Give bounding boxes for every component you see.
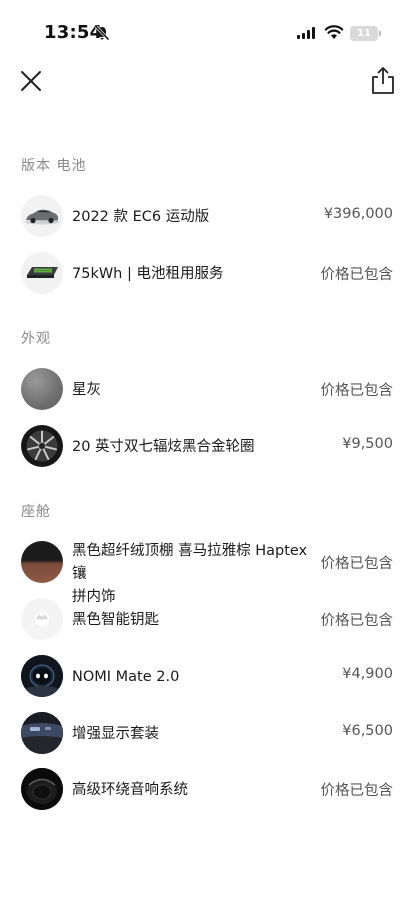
- item-name: 黑色智能钥匙: [72, 612, 159, 628]
- item-name: 75kWh | 电池租用服务: [72, 266, 224, 282]
- close-icon: [21, 71, 41, 91]
- battery-indicator: 11: [350, 26, 381, 41]
- key-thumbnail: [21, 598, 63, 640]
- display-thumbnail: [21, 712, 63, 754]
- share-icon: [372, 67, 394, 94]
- config-item-wheels[interactable]: 20 英寸双七辐炫黑合金轮圈 ¥9,500: [0, 424, 414, 468]
- wifi-icon: [324, 24, 344, 40]
- item-price: ¥9,500: [342, 436, 393, 452]
- item-price: 价格已包含: [320, 613, 394, 629]
- paint-swatch: [21, 368, 63, 410]
- bell-muted-icon: [94, 25, 110, 41]
- item-name: NOMI Mate 2.0: [72, 669, 180, 685]
- item-name: 20 英寸双七辐炫黑合金轮圈: [72, 439, 255, 455]
- item-price: 价格已包含: [320, 267, 394, 283]
- status-bar: 13:54 11: [0, 0, 414, 56]
- item-price: 价格已包含: [320, 556, 394, 572]
- share-button[interactable]: [370, 66, 396, 96]
- config-item-interior[interactable]: 黑色超纤绒顶棚 喜马拉雅棕 Haptex 镶 拼内饰 价格已包含: [0, 540, 414, 605]
- config-item-battery[interactable]: 75kWh | 电池租用服务 价格已包含: [0, 251, 414, 295]
- item-name: 星灰: [72, 382, 101, 398]
- item-price: 价格已包含: [320, 783, 394, 799]
- item-name: 2022 款 EC6 运动版: [72, 209, 210, 225]
- config-item-model[interactable]: 2022 款 EC6 运动版 ¥396,000: [0, 194, 414, 238]
- section-title-version-battery: 版本 电池: [21, 158, 87, 174]
- config-item-nomi[interactable]: NOMI Mate 2.0 ¥4,900: [0, 654, 414, 698]
- nomi-thumbnail: [21, 655, 63, 697]
- cellular-signal-icon: [297, 27, 315, 39]
- section-title-exterior: 外观: [21, 331, 51, 347]
- config-item-audio[interactable]: 高级环绕音响系统 价格已包含: [0, 767, 414, 811]
- item-price: ¥4,900: [342, 666, 393, 682]
- close-button[interactable]: [18, 68, 44, 94]
- config-item-paint[interactable]: 星灰 价格已包含: [0, 367, 414, 411]
- wheel-thumbnail: [21, 425, 63, 467]
- config-item-key[interactable]: 黑色智能钥匙 价格已包含: [0, 597, 414, 641]
- item-price: 价格已包含: [320, 383, 394, 399]
- car-thumbnail: [21, 195, 63, 237]
- speaker-thumbnail: [21, 768, 63, 810]
- battery-thumbnail: [21, 252, 63, 294]
- interior-swatch: [21, 541, 63, 583]
- item-price: ¥396,000: [323, 206, 393, 222]
- item-name: 高级环绕音响系统: [72, 782, 188, 798]
- config-item-display[interactable]: 增强显示套装 ¥6,500: [0, 711, 414, 755]
- item-name: 增强显示套装: [72, 726, 159, 742]
- section-title-cabin: 座舱: [21, 504, 51, 520]
- item-name-line1: 黑色超纤绒顶棚 喜马拉雅棕 Haptex 镶: [72, 543, 308, 582]
- item-price: ¥6,500: [342, 723, 393, 739]
